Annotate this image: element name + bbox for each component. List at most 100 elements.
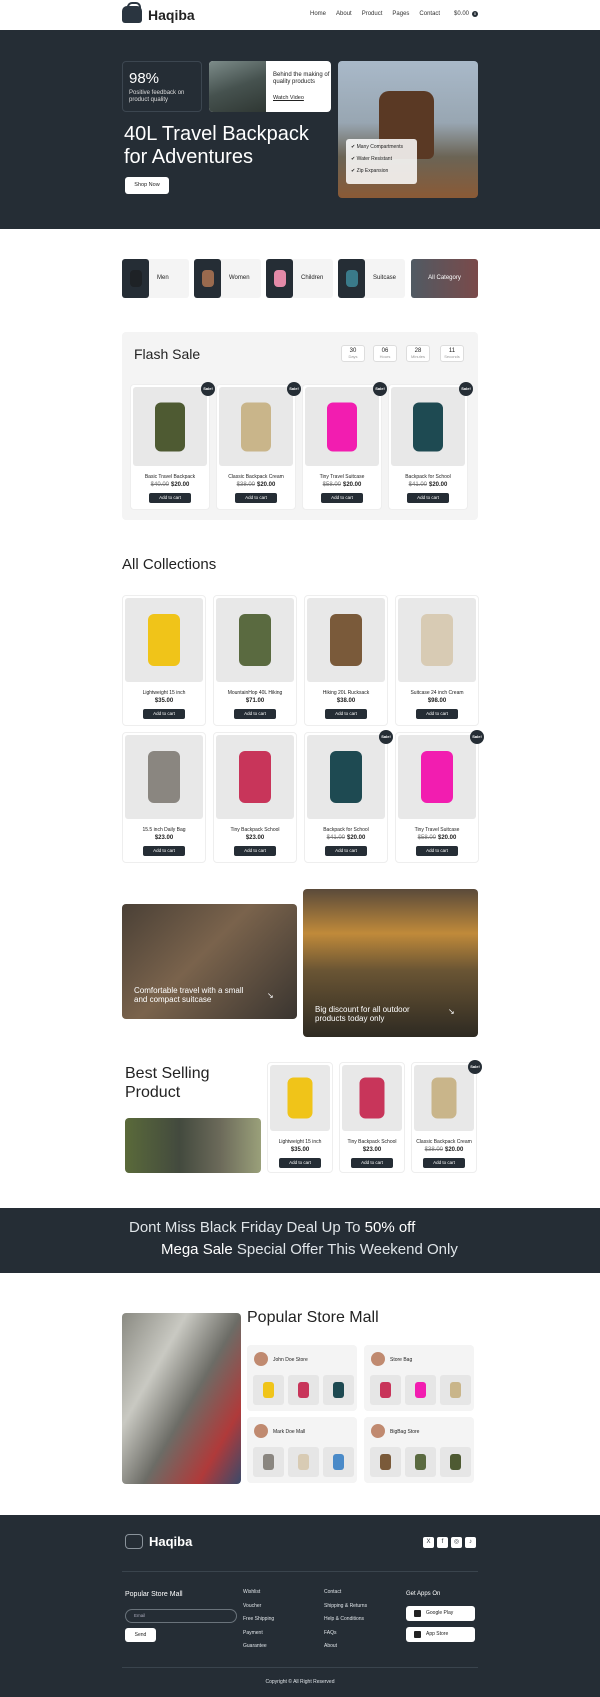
category-children[interactable]: Children xyxy=(266,259,333,298)
product-card[interactable]: Suitcase 24 inch Cream $98.00 Add to cart xyxy=(395,595,479,726)
add-to-cart-button[interactable]: Add to cart xyxy=(351,1158,393,1168)
google-play-button[interactable]: Google Play xyxy=(406,1606,475,1621)
add-to-cart-button[interactable]: Add to cart xyxy=(407,493,449,503)
product-image[interactable] xyxy=(133,387,207,466)
footer-link[interactable]: Voucher xyxy=(243,1603,274,1609)
product-name[interactable]: Basic Travel Backpack xyxy=(131,474,209,480)
cart-button[interactable]: $0.00 0 xyxy=(454,11,479,17)
store-card[interactable]: Mark Doe Mall xyxy=(247,1417,357,1483)
product-image[interactable] xyxy=(216,598,294,682)
promo-banner-suitcase[interactable]: Comfortable travel with a small and comp… xyxy=(122,904,297,1019)
product-name[interactable]: Classic Backpack Cream xyxy=(412,1139,476,1145)
promo-banner-outdoor[interactable]: Big discount for all outdoor products to… xyxy=(303,889,478,1037)
store-product-thumb[interactable] xyxy=(370,1447,401,1477)
product-card[interactable]: Backpack for School $41.00 $20.00 Add to ca… xyxy=(304,732,388,863)
product-card[interactable]: Classic Backpack Cream $38.00 $20.00 Add to… xyxy=(216,384,296,510)
store-name[interactable]: BigBag Store xyxy=(390,1429,419,1435)
store-product-thumb[interactable] xyxy=(440,1447,471,1477)
store-product-thumb[interactable] xyxy=(253,1375,284,1405)
facebook-icon[interactable]: f xyxy=(437,1537,448,1548)
product-name[interactable]: Tiny Backpack School xyxy=(340,1139,404,1145)
product-name[interactable]: Suitcase 24 inch Cream xyxy=(396,690,478,696)
x-social-icon[interactable]: X xyxy=(423,1537,434,1548)
product-card[interactable]: Lightweight 15 inch $35.00 Add to cart xyxy=(267,1062,333,1173)
store-card[interactable]: Store Bag xyxy=(364,1345,474,1411)
add-to-cart-button[interactable]: Add to cart xyxy=(416,846,458,856)
product-image[interactable] xyxy=(398,598,476,682)
footer-link[interactable]: Wishlist xyxy=(243,1589,274,1595)
store-card[interactable]: BigBag Store xyxy=(364,1417,474,1483)
product-name[interactable]: MountainHop 40L Hiking xyxy=(214,690,296,696)
product-card[interactable]: Tiny Backpack School $23.00 Add to cart xyxy=(339,1062,405,1173)
store-product-thumb[interactable] xyxy=(323,1447,354,1477)
add-to-cart-button[interactable]: Add to cart xyxy=(423,1158,465,1168)
product-image[interactable] xyxy=(307,598,385,682)
store-product-thumb[interactable] xyxy=(253,1447,284,1477)
product-image[interactable] xyxy=(270,1065,330,1131)
product-name[interactable]: Backpack for School xyxy=(389,474,467,480)
category-all[interactable]: All Category xyxy=(411,259,478,298)
product-card[interactable]: Tiny Backpack School $23.00 Add to cart xyxy=(213,732,297,863)
store-product-thumb[interactable] xyxy=(440,1375,471,1405)
add-to-cart-button[interactable]: Add to cart xyxy=(325,846,367,856)
product-image[interactable] xyxy=(307,735,385,819)
product-name[interactable]: Lightweight 15 inch xyxy=(123,690,205,696)
store-name[interactable]: Mark Doe Mall xyxy=(273,1429,305,1435)
product-image[interactable] xyxy=(125,598,203,682)
category-men[interactable]: Men xyxy=(122,259,189,298)
app-store-button[interactable]: App Store xyxy=(406,1627,475,1642)
product-name[interactable]: Backpack for School xyxy=(305,827,387,833)
footer-logo[interactable]: Haqiba xyxy=(125,1534,192,1549)
footer-link[interactable]: Guarantee xyxy=(243,1643,274,1649)
product-image[interactable] xyxy=(391,387,465,466)
watch-video-link[interactable]: Watch Video xyxy=(273,95,304,101)
nav-home[interactable]: Home xyxy=(310,11,326,17)
product-image[interactable] xyxy=(342,1065,402,1131)
product-name[interactable]: 15.5 inch Daily Bag xyxy=(123,827,205,833)
add-to-cart-button[interactable]: Add to cart xyxy=(235,493,277,503)
store-product-thumb[interactable] xyxy=(370,1375,401,1405)
product-name[interactable]: Classic Backpack Cream xyxy=(217,474,295,480)
product-card[interactable]: Backpack for School $41.00 $20.00 Add to ca… xyxy=(388,384,468,510)
product-image[interactable] xyxy=(216,735,294,819)
product-image[interactable] xyxy=(305,387,379,466)
instagram-icon[interactable]: ◎ xyxy=(451,1537,462,1548)
product-card[interactable]: Classic Backpack Cream $38.00 $20.00 Add to… xyxy=(411,1062,477,1173)
shop-now-button[interactable]: Shop Now xyxy=(125,177,169,194)
store-card[interactable]: John Doe Store xyxy=(247,1345,357,1411)
product-name[interactable]: Lightweight 15 inch xyxy=(268,1139,332,1145)
category-suitcase[interactable]: Suitcase xyxy=(338,259,405,298)
store-product-thumb[interactable] xyxy=(288,1447,319,1477)
product-name[interactable]: Tiny Backpack School xyxy=(214,827,296,833)
product-card[interactable]: Tiny Travel Suitcase $58.00 $20.00 Add to c… xyxy=(302,384,382,510)
product-card[interactable]: Lightweight 15 inch $35.00 Add to cart xyxy=(122,595,206,726)
footer-link[interactable]: Free Shipping xyxy=(243,1616,274,1622)
add-to-cart-button[interactable]: Add to cart xyxy=(234,709,276,719)
product-card[interactable]: Basic Travel Backpack $40.00 $20.00 Add to … xyxy=(130,384,210,510)
product-card[interactable]: 15.5 inch Daily Bag $23.00 Add to cart xyxy=(122,732,206,863)
footer-link[interactable]: Shipping & Returns xyxy=(324,1603,367,1609)
send-button[interactable]: Send xyxy=(125,1628,156,1642)
add-to-cart-button[interactable]: Add to cart xyxy=(143,709,185,719)
footer-link[interactable]: Payment xyxy=(243,1630,274,1636)
store-name[interactable]: Store Bag xyxy=(390,1357,412,1363)
product-image[interactable] xyxy=(219,387,293,466)
product-card[interactable]: Hiking 20L Rucksack $38.00 Add to cart xyxy=(304,595,388,726)
product-name[interactable]: Tiny Travel Suitcase xyxy=(303,474,381,480)
add-to-cart-button[interactable]: Add to cart xyxy=(321,493,363,503)
product-image[interactable] xyxy=(414,1065,474,1131)
add-to-cart-button[interactable]: Add to cart xyxy=(143,846,185,856)
footer-link[interactable]: About xyxy=(324,1643,367,1649)
add-to-cart-button[interactable]: Add to cart xyxy=(149,493,191,503)
footer-link[interactable]: Help & Conditions xyxy=(324,1616,367,1622)
nav-product[interactable]: Product xyxy=(362,11,383,17)
brand-logo[interactable]: Haqiba xyxy=(122,2,195,23)
store-name[interactable]: John Doe Store xyxy=(273,1357,308,1363)
product-name[interactable]: Tiny Travel Suitcase xyxy=(396,827,478,833)
store-product-thumb[interactable] xyxy=(288,1375,319,1405)
add-to-cart-button[interactable]: Add to cart xyxy=(416,709,458,719)
tiktok-icon[interactable]: ♪ xyxy=(465,1537,476,1548)
store-product-thumb[interactable] xyxy=(405,1375,436,1405)
store-product-thumb[interactable] xyxy=(405,1447,436,1477)
video-thumbnail[interactable] xyxy=(209,61,266,112)
